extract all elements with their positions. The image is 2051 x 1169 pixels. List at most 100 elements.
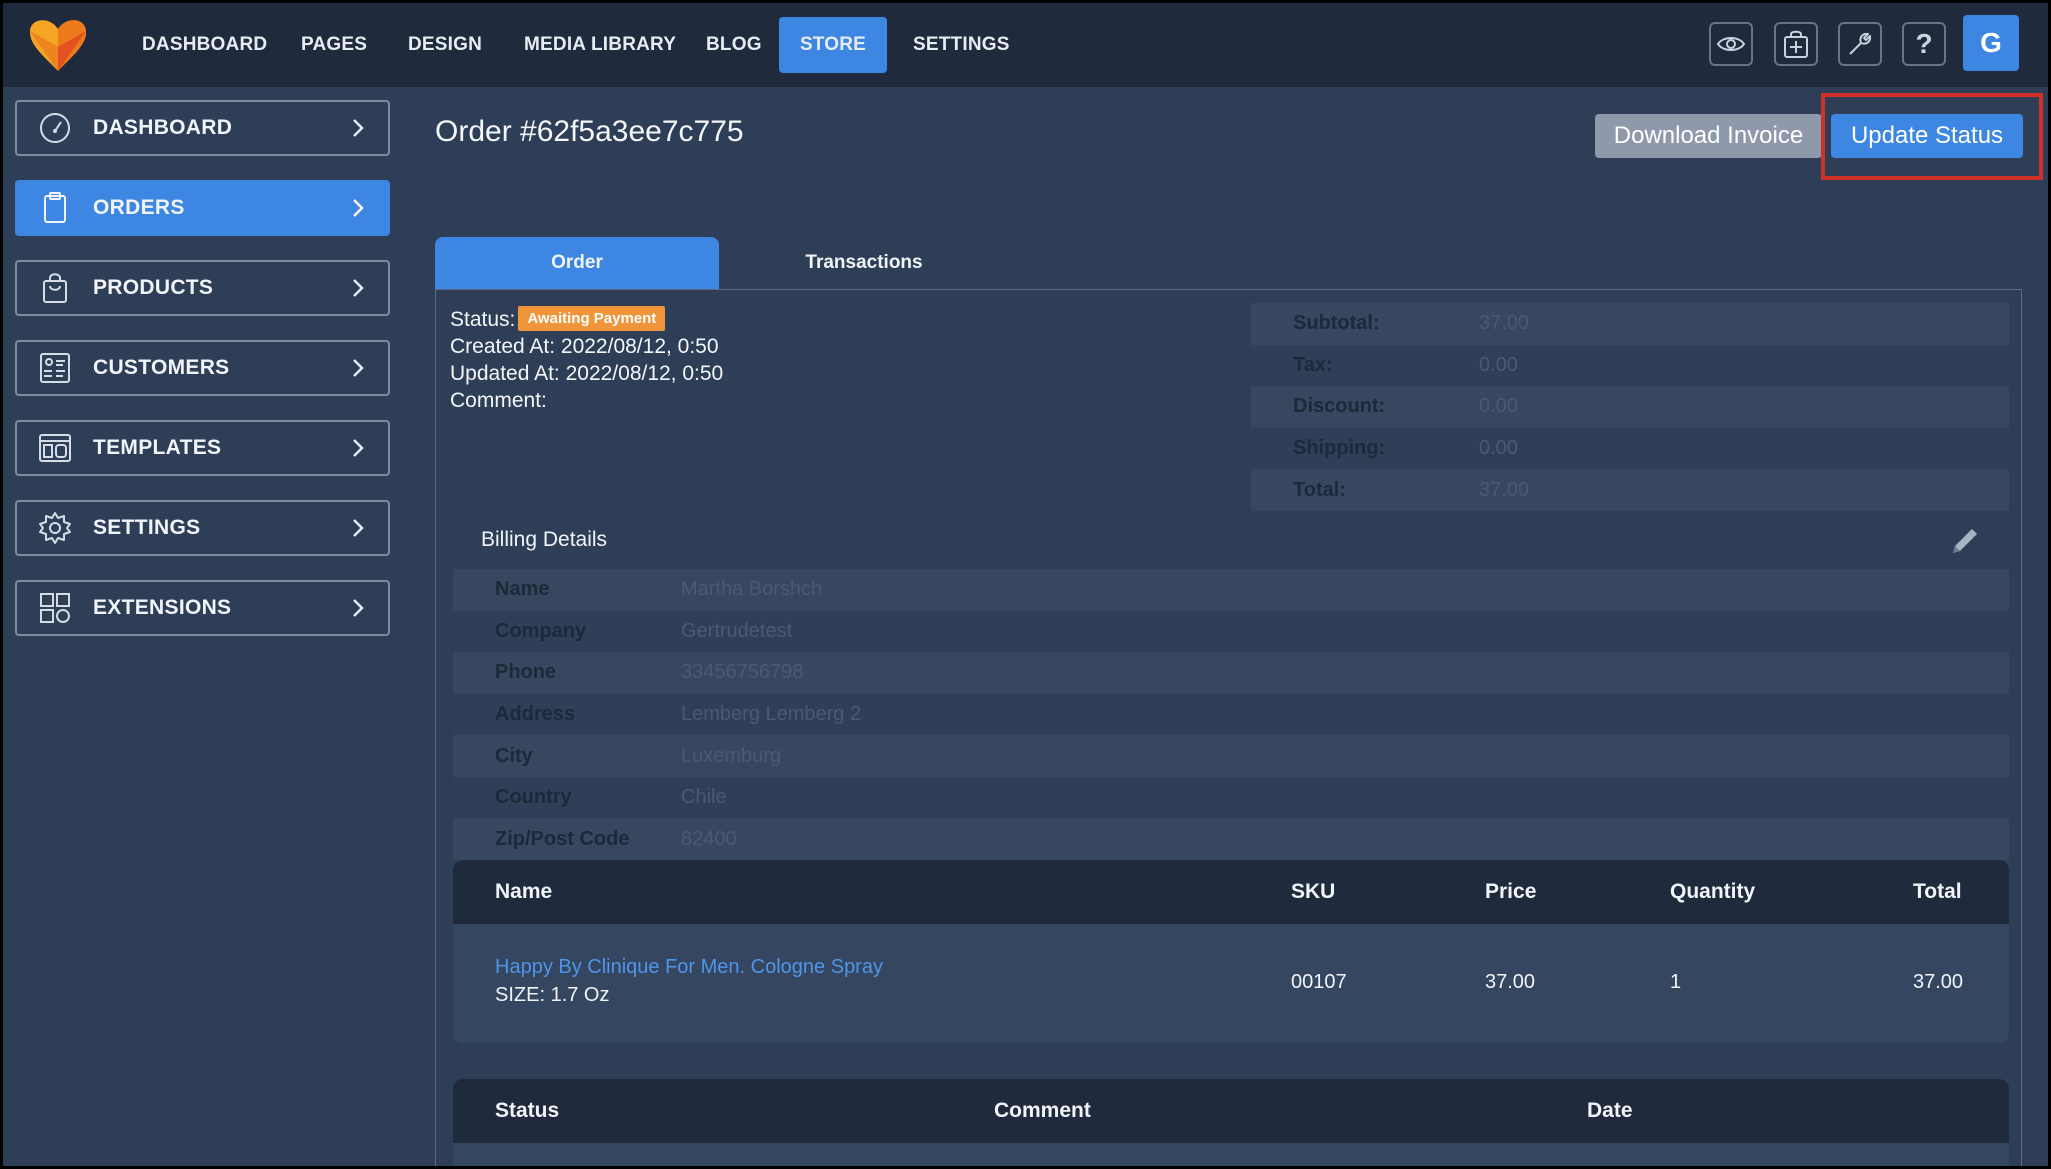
totals-row: Subtotal: 37.00 <box>1251 303 2009 345</box>
totals-row: Total: 37.00 <box>1251 469 2009 511</box>
totals-row: Tax: 0.00 <box>1251 344 2009 387</box>
tools-button[interactable] <box>1838 22 1882 66</box>
sidebar-item-templates[interactable]: TEMPLATES <box>15 420 390 476</box>
column-header-date: Date <box>1587 1099 1633 1122</box>
order-totals: Subtotal: 37.00 Tax: 0.00 Discount: 0.00 Sh… <box>1251 303 2009 511</box>
sidebar-item-label: PRODUCTS <box>93 276 214 299</box>
product-total: 37.00 <box>1913 971 1964 993</box>
column-header-name: Name <box>495 880 553 903</box>
edit-pencil-icon[interactable] <box>1949 527 1979 557</box>
billing-label: City <box>495 744 533 767</box>
billing-label: Country <box>495 786 572 809</box>
download-invoice-button[interactable]: Download Invoice <box>1595 114 1822 158</box>
column-header-total: Total <box>1913 880 1962 903</box>
bag-add-icon <box>1784 30 1808 58</box>
totals-label: Subtotal: <box>1293 312 1380 335</box>
billing-value: 33456756798 <box>681 661 804 684</box>
chevron-right-icon <box>353 199 364 217</box>
clipboard-icon <box>37 190 73 226</box>
items-table-header: Name SKU Price Quantity Total <box>453 860 2009 924</box>
user-avatar[interactable]: G <box>1963 15 2019 71</box>
chevron-right-icon <box>353 439 364 457</box>
comment-label: Comment: <box>450 389 547 412</box>
totals-value: 0.00 <box>1479 353 1518 376</box>
column-header-comment: Comment <box>994 1099 1091 1122</box>
gear-icon <box>37 510 73 546</box>
sidebar-item-extensions[interactable]: EXTENSIONS <box>15 580 390 636</box>
chevron-right-icon <box>353 359 364 377</box>
billing-value: Luxemburg <box>681 744 782 767</box>
billing-row: Name Martha Borshch <box>453 569 2009 611</box>
gauge-icon <box>37 110 73 146</box>
billing-label: Address <box>495 703 576 726</box>
chevron-right-icon <box>353 599 364 617</box>
product-quantity: 1 <box>1670 971 1682 993</box>
status-line: Status: Awaiting Payment <box>450 306 666 332</box>
tab-order[interactable]: Order <box>435 237 719 289</box>
page-title: Order #62f5a3ee7c775 <box>435 115 744 148</box>
table-row: Happy By Clinique For Men. Cologne Spray… <box>453 924 2009 1043</box>
sidebar-item-label: TEMPLATES <box>93 436 222 459</box>
sidebar-item-label: SETTINGS <box>93 516 201 539</box>
totals-value: 0.00 <box>1479 437 1518 460</box>
product-option: SIZE: 1.7 Oz <box>495 984 610 1006</box>
store-add-button[interactable] <box>1774 22 1818 66</box>
billing-value: 82400 <box>681 827 737 850</box>
sidebar-item-dashboard[interactable]: DASHBOARD <box>15 100 390 156</box>
status-history-body <box>453 1143 2009 1166</box>
totals-row: Discount: 0.00 <box>1251 386 2009 428</box>
sidebar-item-settings[interactable]: SETTINGS <box>15 500 390 556</box>
totals-value: 37.00 <box>1479 478 1530 501</box>
app-window: DASHBOARD PAGES DESIGN MEDIA LIBRARY BLO… <box>3 3 2048 1166</box>
billing-row: Address Lemberg Lemberg 2 <box>453 693 2009 736</box>
billing-label: Zip/Post Code <box>495 827 630 850</box>
updated-at: Updated At: 2022/08/12, 0:50 <box>450 362 724 385</box>
created-at: Created At: 2022/08/12, 0:50 <box>450 335 719 358</box>
wrench-icon <box>1849 32 1872 55</box>
preview-button[interactable] <box>1709 22 1753 66</box>
billing-value: Gertrudetest <box>681 619 793 642</box>
sidebar-item-label: ORDERS <box>93 196 185 219</box>
totals-label: Discount: <box>1293 395 1386 418</box>
nav-design[interactable]: DESIGN <box>390 17 500 73</box>
billing-label: Phone <box>495 661 557 684</box>
sidebar-item-customers[interactable]: CUSTOMERS <box>15 340 390 396</box>
totals-label: Shipping: <box>1293 437 1386 460</box>
nav-store[interactable]: STORE <box>779 17 887 73</box>
column-header-sku: SKU <box>1291 880 1336 903</box>
sidebar-item-label: DASHBOARD <box>93 116 233 139</box>
product-link[interactable]: Happy By Clinique For Men. Cologne Spray <box>495 956 883 979</box>
help-button[interactable]: ? <box>1902 22 1946 66</box>
grid-icon <box>37 590 73 626</box>
logo-icon[interactable] <box>27 15 89 73</box>
billing-details-title: Billing Details <box>481 528 608 551</box>
nav-pages[interactable]: PAGES <box>283 17 385 73</box>
totals-label: Total: <box>1293 478 1346 501</box>
tab-transactions[interactable]: Transactions <box>719 237 1009 289</box>
billing-row: Country Chile <box>453 776 2009 819</box>
totals-value: 37.00 <box>1479 312 1530 335</box>
billing-value: Chile <box>681 786 727 809</box>
status-badge: Awaiting Payment <box>518 306 666 331</box>
sidebar-item-products[interactable]: PRODUCTS <box>15 260 390 316</box>
sidebar-item-label: CUSTOMERS <box>93 356 230 379</box>
highlight-box <box>1821 93 2043 180</box>
status-history-header: Status Comment Date <box>453 1079 2009 1143</box>
nav-blog[interactable]: BLOG <box>688 17 780 73</box>
product-sku: 00107 <box>1291 971 1347 993</box>
nav-settings[interactable]: SETTINGS <box>895 17 1028 73</box>
column-header-quantity: Quantity <box>1670 880 1756 903</box>
nav-dashboard[interactable]: DASHBOARD <box>124 17 285 73</box>
top-navigation-bar: DASHBOARD PAGES DESIGN MEDIA LIBRARY BLO… <box>3 3 2048 87</box>
column-header-price: Price <box>1485 880 1537 903</box>
billing-row: City Luxemburg <box>453 735 2009 777</box>
billing-row: Company Gertrudetest <box>453 610 2009 653</box>
nav-media-library[interactable]: MEDIA LIBRARY <box>506 17 694 73</box>
shopping-bag-icon <box>37 270 73 306</box>
chevron-right-icon <box>353 519 364 537</box>
eye-icon <box>1716 37 1746 51</box>
billing-value: Lemberg Lemberg 2 <box>681 703 862 726</box>
sidebar-item-orders[interactable]: ORDERS <box>15 180 390 236</box>
column-header-status: Status <box>495 1099 560 1122</box>
sidebar-item-label: EXTENSIONS <box>93 596 232 619</box>
